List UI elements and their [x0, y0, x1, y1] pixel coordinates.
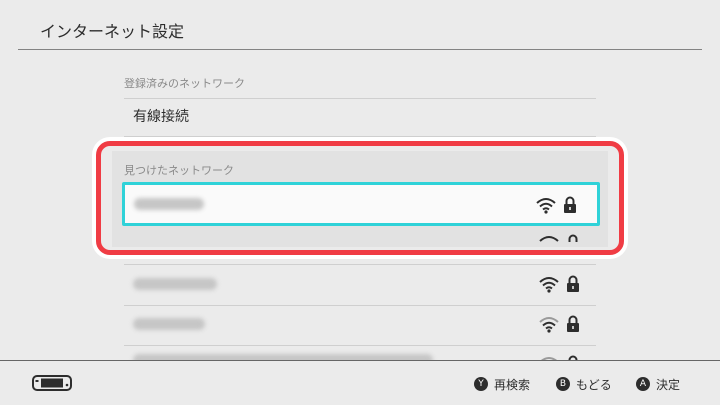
hint-rescan-label: 再検索 — [494, 377, 531, 392]
network-list-pane[interactable]: 登録済みのネットワーク 有線接続 見つけたネットワーク — [0, 0, 720, 360]
network-item[interactable] — [124, 265, 596, 305]
hint-back[interactable]: B もどる — [556, 376, 612, 392]
wired-connection-item[interactable]: 有線接続 — [124, 100, 596, 134]
a-button-icon: A — [636, 377, 650, 391]
wifi-icon — [538, 315, 560, 333]
row-divider — [124, 98, 596, 99]
footer-bar: Y 再検索 B もどる A 決定 — [0, 360, 720, 405]
hint-back-label: もどる — [576, 377, 612, 392]
network-status-icons — [538, 275, 582, 295]
lock-icon — [566, 315, 580, 333]
registered-networks-label: 登録済みのネットワーク — [124, 77, 245, 90]
lock-icon — [566, 275, 580, 293]
hint-confirm-label: 決定 — [656, 377, 681, 392]
network-item[interactable] — [124, 305, 596, 345]
controller-icon — [32, 375, 72, 395]
wifi-icon — [538, 275, 560, 293]
focus-highlight-frame — [96, 141, 624, 255]
network-name-blurred — [133, 318, 205, 330]
footer-divider — [0, 360, 720, 361]
row-divider — [124, 136, 596, 137]
b-button-icon: B — [556, 377, 570, 391]
network-status-icons — [538, 315, 582, 335]
network-item[interactable] — [124, 345, 596, 360]
network-name-blurred — [133, 278, 217, 290]
hint-confirm[interactable]: A 決定 — [636, 376, 680, 392]
y-button-icon: Y — [474, 377, 488, 391]
hint-rescan[interactable]: Y 再検索 — [474, 376, 530, 392]
